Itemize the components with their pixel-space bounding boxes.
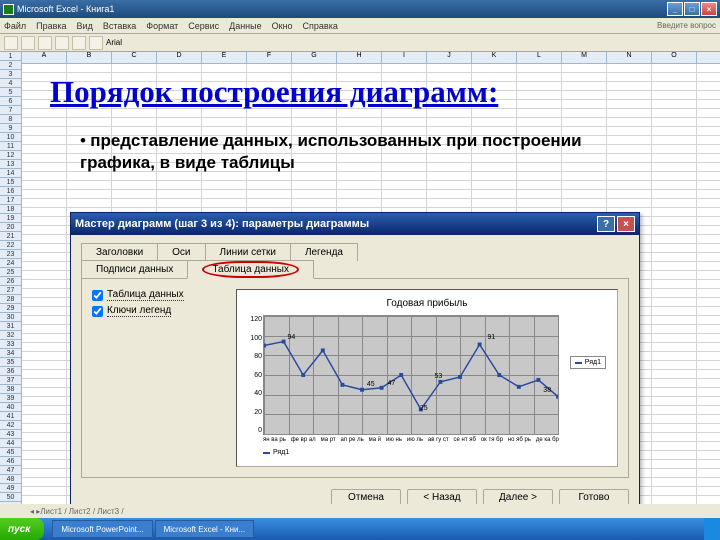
tab-titles[interactable]: Заголовки [81,243,158,261]
menu-tools[interactable]: Сервис [188,21,219,31]
worksheet[interactable]: 1234567891011121314151617181920212223242… [0,52,720,512]
checkbox-input[interactable] [92,306,103,317]
checkbox-show-data-table[interactable]: Таблица данных [92,289,222,301]
excel-icon [3,4,14,15]
x-axis: ян ва рьфе вр алма ртап ре льма йию ньию… [263,437,559,443]
dialog-title: Мастер диаграмм (шаг 3 из 4): параметры … [75,218,369,230]
toolbar: Arial [0,34,720,52]
chart-preview: Годовая прибыль 120 100 80 60 40 20 0 [236,289,618,467]
menu-view[interactable]: Вид [77,21,93,31]
menu-data[interactable]: Данные [229,21,262,31]
menu-insert[interactable]: Вставка [103,21,136,31]
toolbar-button[interactable] [21,36,35,50]
sheet-tabs[interactable]: ◂ ▸ Лист1 / Лист2 / Лист3 / [0,504,720,518]
start-button[interactable]: пуск [0,518,44,540]
tab-axes[interactable]: Оси [157,243,205,261]
tab-panel: Таблица данных Ключи легенд Годовая приб… [81,278,629,478]
chart-legend: Ряд1 [570,356,606,369]
menubar: Файл Правка Вид Вставка Формат Сервис Да… [0,18,720,34]
taskbar-item[interactable]: Microsoft Excel - Кни... [155,520,255,538]
toolbar-button[interactable] [4,36,18,50]
minimize-button[interactable]: _ [667,2,683,16]
chart-title: Годовая прибыль [245,298,609,309]
chart-wizard-dialog: Мастер диаграмм (шаг 3 из 4): параметры … [70,212,640,520]
tab-data-labels[interactable]: Подписи данных [81,260,188,278]
menu-help[interactable]: Справка [303,21,338,31]
chart-area: 120 100 80 60 40 20 0 [263,315,559,435]
checkbox-input[interactable] [92,290,103,301]
checkbox-legend-keys[interactable]: Ключи легенд [92,305,222,317]
y-axis: 120 100 80 60 40 20 0 [248,316,262,434]
column-headers: ABCDEFGHIJKLMNO [22,52,720,64]
dialog-titlebar: Мастер диаграмм (шаг 3 из 4): параметры … [71,213,639,235]
slide-bullet: • представление данных, использованных п… [80,130,640,174]
window-title: Microsoft Excel - Книга1 [17,4,114,14]
toolbar-button[interactable] [72,36,86,50]
tab-gridlines[interactable]: Линии сетки [205,243,291,261]
menu-format[interactable]: Формат [146,21,178,31]
row-headers: 1234567891011121314151617181920212223242… [0,52,22,512]
menu-file[interactable]: Файл [4,21,26,31]
dialog-close-button[interactable]: × [617,216,635,232]
tab-strip: Заголовки Оси Линии сетки Легенда Подпис… [81,243,629,278]
menu-window[interactable]: Окно [272,21,293,31]
tab-legend[interactable]: Легенда [290,243,358,261]
taskbar-item[interactable]: Microsoft PowerPoint... [52,520,152,538]
window-titlebar: Microsoft Excel - Книга1 _ □ × [0,0,720,18]
system-tray[interactable] [704,518,720,540]
toolbar-button[interactable] [38,36,52,50]
menu-edit[interactable]: Правка [36,21,66,31]
taskbar: пуск Microsoft PowerPoint... Microsoft E… [0,518,720,540]
dialog-help-button[interactable]: ? [597,216,615,232]
data-table-row: Ряд1 [263,449,609,456]
slide-title: Порядок построения диаграмм: [50,74,498,110]
maximize-button[interactable]: □ [684,2,700,16]
chart-line-series [264,316,558,434]
toolbar-button[interactable] [55,36,69,50]
help-search[interactable]: Введите вопрос [657,21,716,30]
toolbar-button[interactable] [89,36,103,50]
tab-data-table[interactable]: Таблица данных [187,260,314,279]
close-button[interactable]: × [701,2,717,16]
